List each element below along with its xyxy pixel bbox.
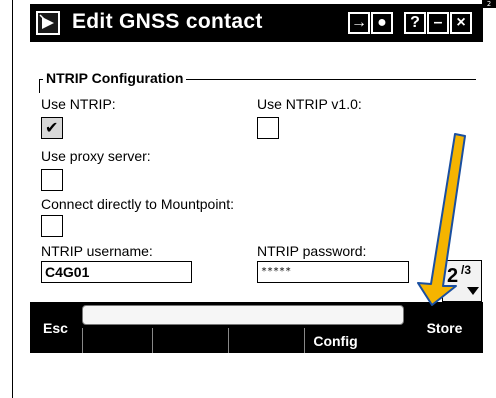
- config-button[interactable]: Config: [304, 328, 366, 353]
- username-label: NTRIP username:: [41, 243, 153, 259]
- page-indicator[interactable]: 2 /3: [442, 260, 482, 302]
- softkey-3[interactable]: [228, 328, 304, 353]
- title-bar: Edit GNSS contact → ● ? – ×: [30, 4, 483, 42]
- status-bar: [82, 305, 404, 325]
- connect-direct-label: Connect directly to Mountpoint:: [41, 196, 234, 212]
- checkmark-icon: ✔: [45, 118, 59, 137]
- help-button[interactable]: ?: [404, 12, 426, 34]
- form-content: NTRIP Configuration Use NTRIP: ✔ Use NTR…: [30, 42, 483, 302]
- page-current: 2: [447, 265, 459, 287]
- page-total: /3: [461, 263, 472, 277]
- keyboard-button[interactable]: ●: [371, 12, 393, 34]
- softkey-1[interactable]: [82, 328, 152, 353]
- store-button[interactable]: Store: [406, 302, 483, 353]
- window-title: Edit GNSS contact: [72, 10, 263, 33]
- use-proxy-label: Use proxy server:: [41, 148, 151, 164]
- help-icon: ?: [410, 14, 420, 31]
- minimize-icon: –: [433, 14, 443, 31]
- password-label: NTRIP password:: [257, 243, 367, 259]
- esc-button[interactable]: Esc: [30, 302, 81, 353]
- switch-app-button[interactable]: →: [348, 12, 370, 34]
- close-button[interactable]: ×: [450, 12, 472, 34]
- corner-tag: 2: [482, 0, 496, 8]
- use-ntrip-checkbox[interactable]: ✔: [41, 117, 63, 139]
- app-menu-icon[interactable]: [36, 11, 60, 35]
- connect-direct-checkbox[interactable]: [41, 215, 63, 237]
- softkey-bar: Esc Config Store: [30, 302, 483, 353]
- use-ntrip-v1-checkbox[interactable]: [257, 117, 279, 139]
- close-icon: ×: [456, 14, 466, 31]
- use-ntrip-v1-label: Use NTRIP v1.0:: [257, 96, 362, 112]
- username-field[interactable]: C4G01: [41, 261, 192, 283]
- use-ntrip-label: Use NTRIP:: [41, 96, 116, 112]
- page-down-arrow-icon: [467, 287, 479, 295]
- satellite-icon: [39, 14, 54, 29]
- minimize-button[interactable]: –: [427, 12, 449, 34]
- circle-icon: ●: [377, 14, 387, 31]
- device-screen: Edit GNSS contact → ● ? – × NTRIP Config…: [30, 4, 483, 353]
- group-border-left: [39, 79, 40, 93]
- group-title: NTRIP Configuration: [43, 70, 187, 86]
- softkey-2[interactable]: [152, 328, 228, 353]
- arrow-right-icon: →: [351, 14, 367, 31]
- password-field[interactable]: *****: [257, 261, 409, 283]
- use-proxy-checkbox[interactable]: [41, 169, 63, 191]
